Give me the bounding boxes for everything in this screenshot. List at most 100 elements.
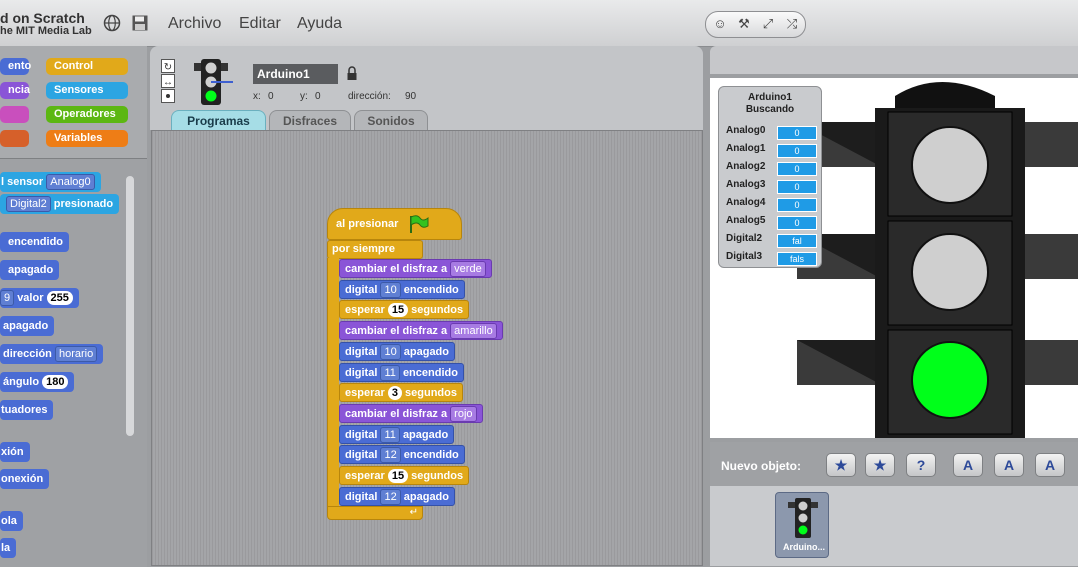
green-light — [911, 341, 989, 419]
digital-block[interactable]: digital 12 apagado — [339, 487, 455, 506]
category-variables[interactable]: Variables — [46, 130, 128, 147]
paint-sprite-icon[interactable]: ★ — [826, 453, 856, 477]
rotation-style-icon[interactable]: ↻ ↔ — [161, 59, 175, 104]
tab-programas[interactable]: Programas — [171, 110, 266, 130]
block-label: encendido — [8, 236, 64, 248]
direction-label: dirección: — [348, 91, 391, 102]
fullscreen-icon[interactable]: ⤢ — [757, 14, 779, 34]
block-label: cambiar el disfraz a — [345, 263, 448, 275]
add-arduino-extra-icon[interactable]: A — [1035, 453, 1065, 477]
wait-block[interactable]: esperar 15 segundos — [339, 300, 470, 319]
block-label: xión — [1, 446, 24, 458]
menu-editar[interactable]: Editar — [239, 15, 281, 33]
costume-dropdown[interactable]: verde — [450, 261, 486, 277]
block-label: digital — [345, 346, 378, 358]
palette-block-off[interactable]: apagado — [0, 260, 60, 280]
category-movimiento[interactable]: ento — [0, 58, 31, 75]
sensor-value: fals — [777, 252, 817, 266]
block-label: tuadores — [1, 404, 48, 416]
palette-scrollbar[interactable] — [126, 176, 134, 436]
sensor-value: 0 — [777, 216, 817, 230]
block-label: cambiar el disfraz a — [345, 408, 448, 420]
sensor-name: Analog5 — [726, 215, 766, 226]
seconds-input[interactable]: 15 — [387, 469, 409, 483]
direction-dropdown[interactable]: horario — [54, 346, 98, 362]
block-label: dirección — [3, 348, 52, 360]
angle-input[interactable]: 180 — [42, 375, 69, 389]
small-stage-icon[interactable]: ⤮ — [781, 14, 803, 34]
sensor-board-panel[interactable]: Arduino1 Buscando Analog0 0 Analog1 0 Analog… — [718, 86, 822, 268]
pin-dropdown[interactable]: 12 — [380, 489, 401, 505]
tab-disfraces[interactable]: Disfraces — [269, 110, 351, 130]
digital-block[interactable]: digital 12 encendido — [339, 445, 465, 464]
red-light — [911, 126, 989, 204]
sensor-board-status: Buscando — [745, 104, 795, 115]
palette-block-angle[interactable]: ángulo 180 — [0, 372, 75, 392]
sensor-value: 0 — [777, 144, 817, 158]
category-control[interactable]: Control — [46, 58, 128, 75]
pin-dropdown[interactable]: 11 — [380, 427, 400, 443]
category-lapiz[interactable] — [0, 130, 29, 147]
sprite-name-field[interactable]: Arduino1 — [253, 64, 338, 84]
wait-block[interactable]: esperar 15 segundos — [339, 466, 470, 485]
wait-block[interactable]: esperar 3 segundos — [339, 383, 463, 402]
palette-block-value[interactable]: 9 valor 255 — [0, 288, 79, 308]
lock-icon[interactable] — [346, 66, 358, 81]
seconds-input[interactable]: 3 — [387, 386, 402, 400]
traffic-light-thumb-icon — [788, 498, 818, 538]
pin-dropdown[interactable]: 10 — [380, 344, 401, 360]
palette-block-direction[interactable]: dirección horario — [0, 344, 104, 364]
category-sensores[interactable]: Sensores — [46, 82, 128, 99]
traffic-light-sprite[interactable] — [795, 78, 1078, 438]
switch-costume-block[interactable]: cambiar el disfraz a verde — [339, 259, 492, 278]
wrench-icon[interactable]: ⚒ — [733, 14, 755, 34]
user-icon[interactable]: ☺ — [709, 14, 731, 34]
pin-dropdown[interactable]: 10 — [380, 282, 401, 298]
block-label: segundos — [405, 387, 457, 399]
digital-block[interactable]: digital 10 apagado — [339, 342, 455, 361]
seconds-input[interactable]: 15 — [387, 303, 409, 317]
palette-block-actuators[interactable]: tuadores — [0, 400, 54, 420]
language-globe-icon[interactable] — [103, 14, 121, 32]
menu-ayuda[interactable]: Ayuda — [297, 15, 342, 33]
digital-block[interactable]: digital 10 encendido — [339, 280, 465, 299]
palette-block-disconnect[interactable]: onexión — [0, 469, 50, 489]
menu-archivo[interactable]: Archivo — [168, 15, 221, 33]
palette-block-motor-off[interactable]: apagado — [0, 316, 55, 336]
palette-block-b1[interactable]: ola — [0, 511, 23, 531]
new-sprite-label: Nuevo objeto: — [721, 459, 801, 473]
category-operadores[interactable]: Operadores — [46, 106, 128, 123]
save-disk-icon[interactable] — [131, 14, 149, 32]
forever-loop-arrow-icon: ↵ — [327, 506, 423, 520]
add-arduino-alt-icon[interactable]: A — [994, 453, 1024, 477]
category-apariencia[interactable]: ncia — [0, 82, 30, 99]
sensor-name: Digital3 — [726, 251, 763, 262]
random-sprite-icon[interactable]: ? — [906, 453, 936, 477]
palette-block-connect[interactable]: xión — [0, 442, 30, 462]
digital-block[interactable]: digital 11 encendido — [339, 363, 464, 382]
category-sonido[interactable] — [0, 106, 29, 123]
choose-sprite-folder-icon[interactable]: ★ — [865, 453, 895, 477]
block-label: apagado — [3, 320, 49, 332]
costume-dropdown[interactable]: rojo — [450, 406, 477, 422]
switch-costume-block[interactable]: cambiar el disfraz a rojo — [339, 404, 483, 423]
sensor-value: fal — [777, 234, 817, 248]
sensor-dropdown[interactable]: Analog0 — [46, 174, 95, 190]
value-input[interactable]: 255 — [46, 291, 73, 305]
tab-sonidos[interactable]: Sonidos — [354, 110, 428, 130]
palette-block-sensor-value[interactable]: l sensor Analog0 — [0, 172, 101, 192]
switch-costume-block[interactable]: cambiar el disfraz a amarillo — [339, 321, 503, 340]
add-arduino-icon[interactable]: A — [953, 453, 983, 477]
digital-block[interactable]: digital 11 apagado — [339, 425, 455, 444]
sprite-list — [710, 486, 1078, 566]
palette-block-b2[interactable]: la — [0, 538, 17, 558]
sensor-name: Analog0 — [726, 125, 766, 136]
palette-block-on[interactable]: encendido — [0, 232, 70, 252]
pin-dropdown[interactable]: 9 — [0, 290, 15, 306]
palette-block-pressed[interactable]: Digital2 presionado — [0, 194, 120, 214]
costume-dropdown[interactable]: amarillo — [450, 323, 497, 339]
digital-dropdown[interactable]: Digital2 — [6, 196, 51, 212]
pin-dropdown[interactable]: 12 — [380, 447, 401, 463]
pin-dropdown[interactable]: 11 — [380, 365, 400, 381]
block-label: valor — [17, 292, 44, 304]
